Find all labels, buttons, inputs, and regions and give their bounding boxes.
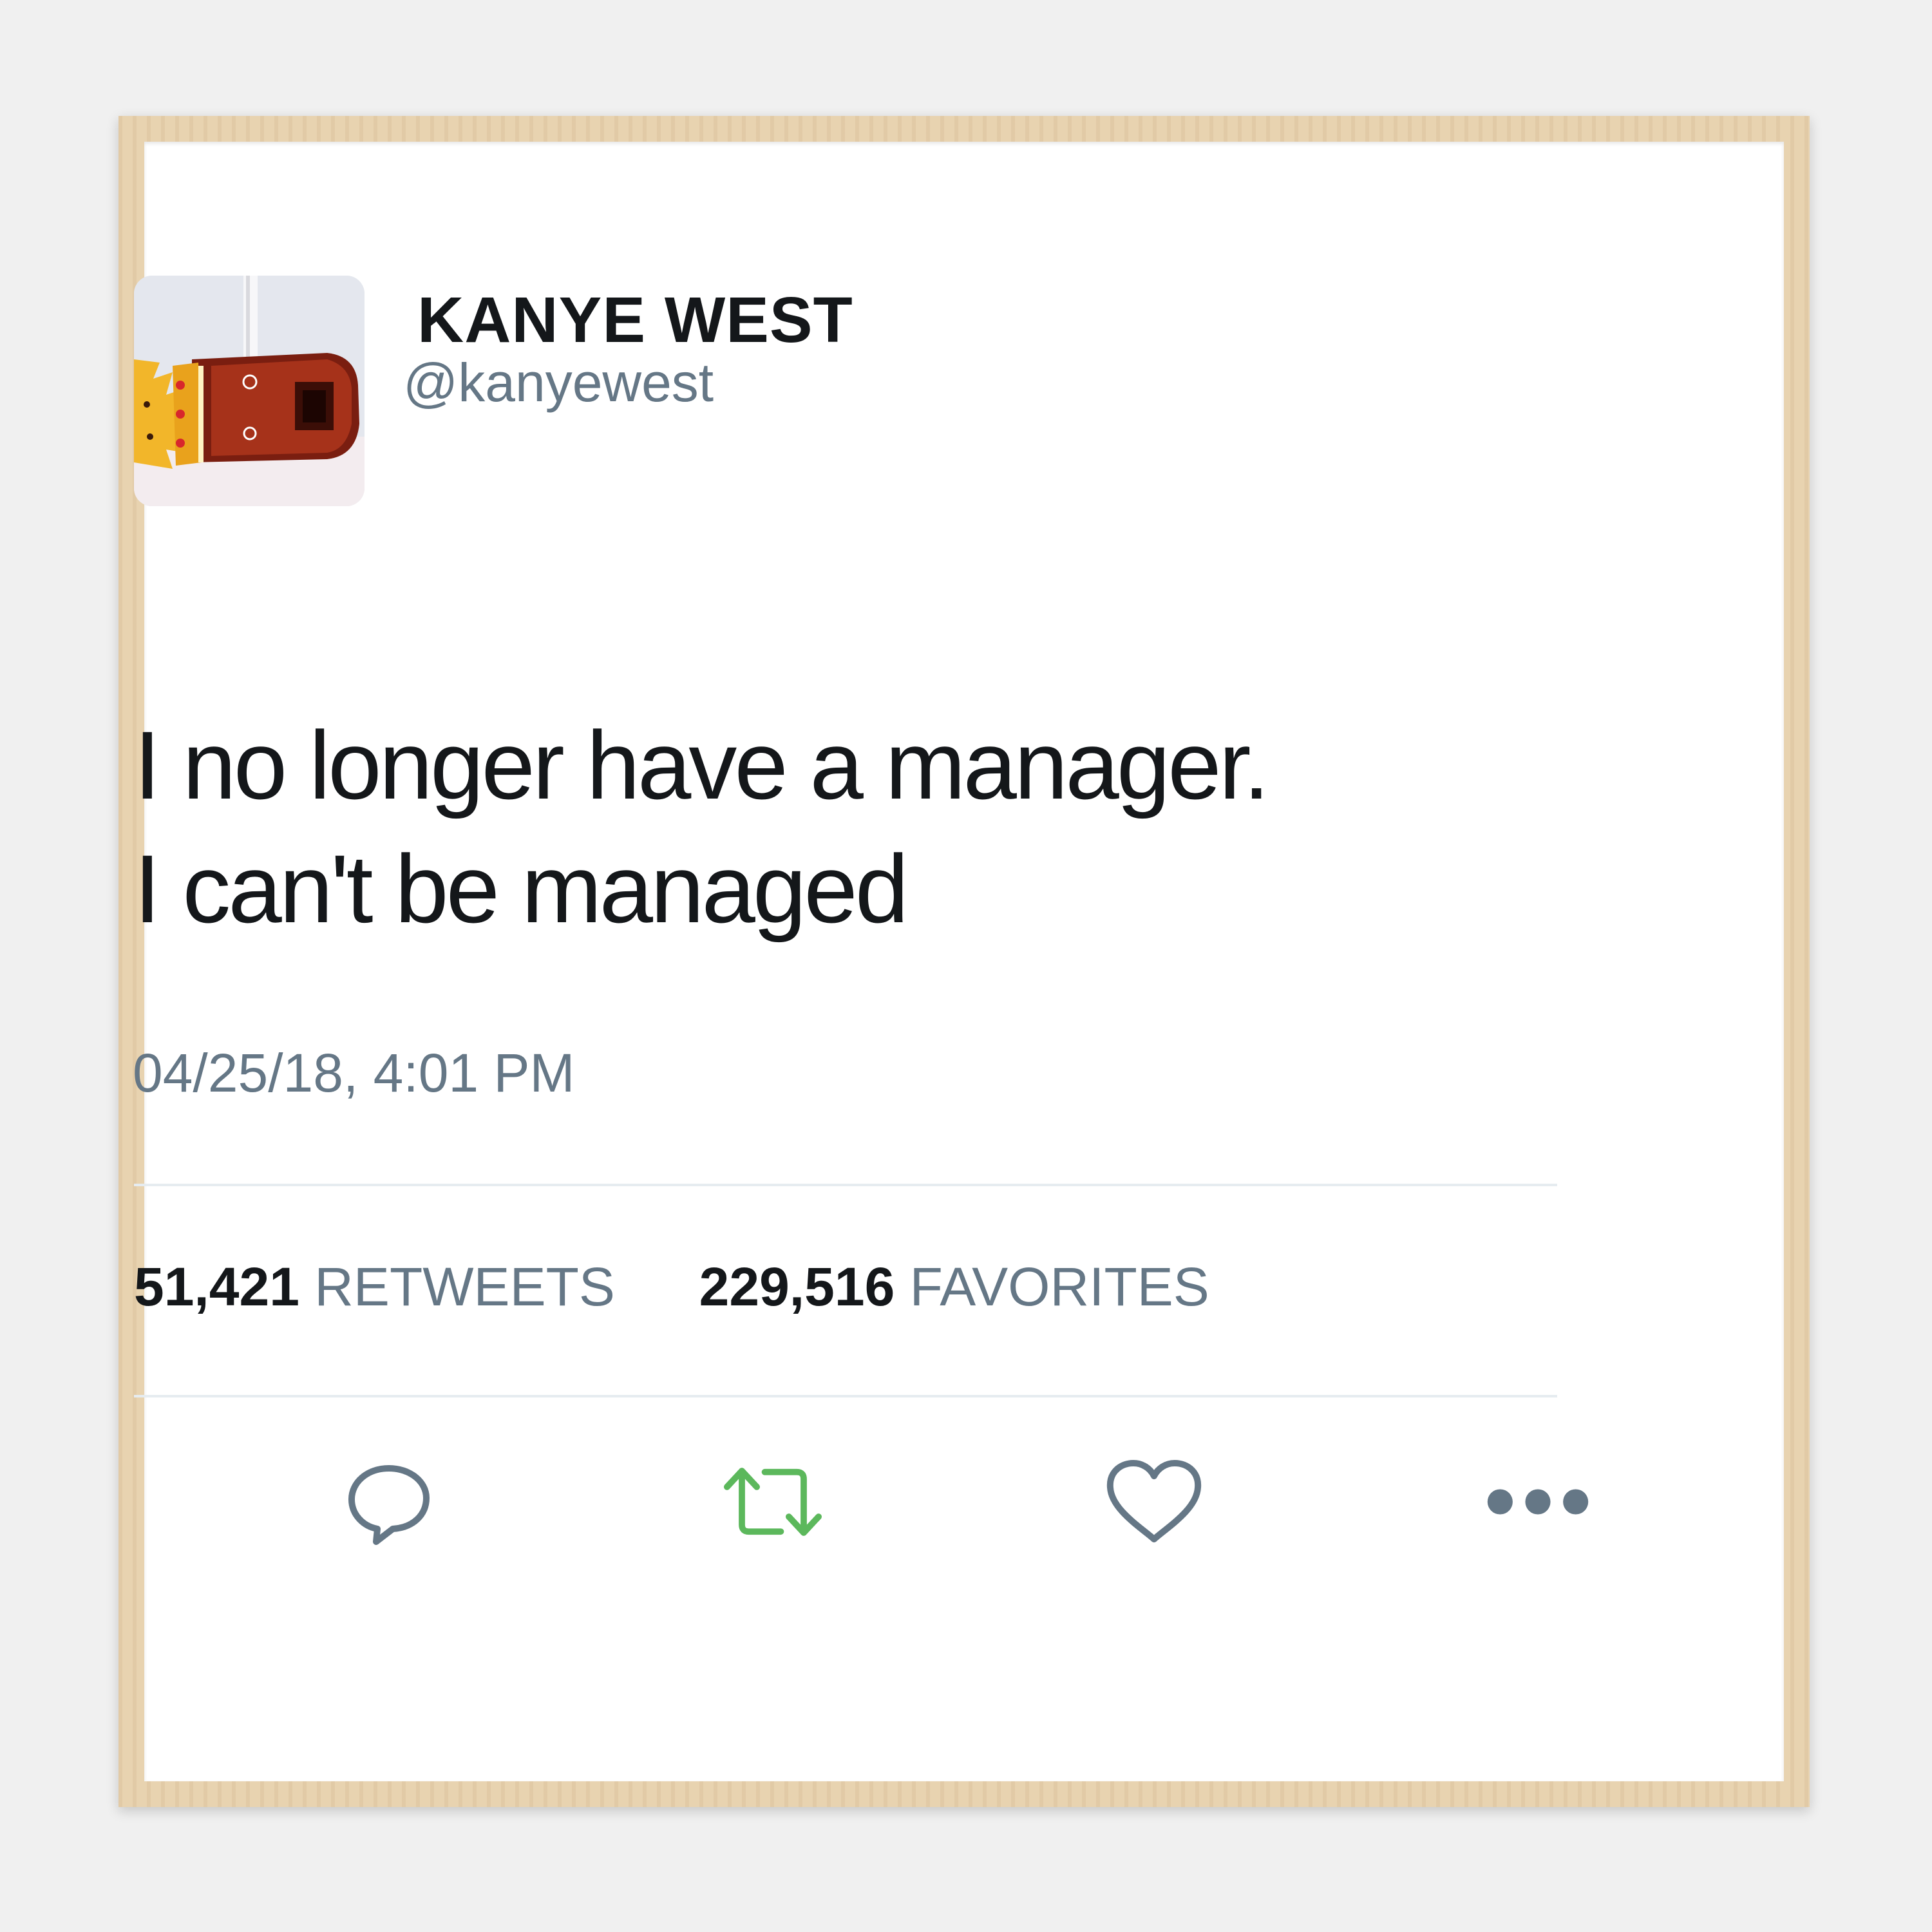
retweets-count: 51,421 — [134, 1256, 299, 1317]
divider-bottom — [134, 1395, 1557, 1397]
retweets-stat[interactable]: 51,421 RETWEETS — [134, 1256, 630, 1317]
display-name[interactable]: KANYE WEST — [417, 283, 853, 357]
divider-top — [134, 1184, 1557, 1186]
profile-picture-icon — [134, 276, 365, 506]
engagement-stats: 51,421 RETWEETS 229,516 FAVORITES — [134, 1256, 1209, 1318]
tweet-line-1: I no longer have a manager. — [134, 711, 1270, 819]
reply-button[interactable] — [337, 1457, 440, 1547]
tweet-line-2: I can't be managed — [134, 835, 909, 943]
retweet-icon — [724, 1468, 822, 1536]
heart-icon — [1106, 1460, 1202, 1542]
retweets-label: RETWEETS — [314, 1256, 615, 1317]
picture-frame — [118, 116, 1810, 1807]
favorites-count: 229,516 — [699, 1256, 895, 1317]
like-button[interactable] — [1103, 1457, 1206, 1547]
avatar[interactable] — [134, 276, 365, 506]
favorites-label: FAVORITES — [909, 1256, 1209, 1317]
more-icon — [1487, 1489, 1589, 1515]
retweet-button[interactable] — [721, 1457, 824, 1547]
more-options-button[interactable] — [1486, 1457, 1589, 1547]
favorites-stat[interactable]: 229,516 FAVORITES — [699, 1256, 1209, 1317]
tweet-text: I no longer have a manager. I can't be m… — [134, 703, 1270, 951]
tweet-timestamp[interactable]: 04/25/18, 4:01 PM — [133, 1042, 574, 1104]
username-handle[interactable]: @kanyewest — [403, 352, 714, 414]
reply-icon — [348, 1465, 430, 1545]
